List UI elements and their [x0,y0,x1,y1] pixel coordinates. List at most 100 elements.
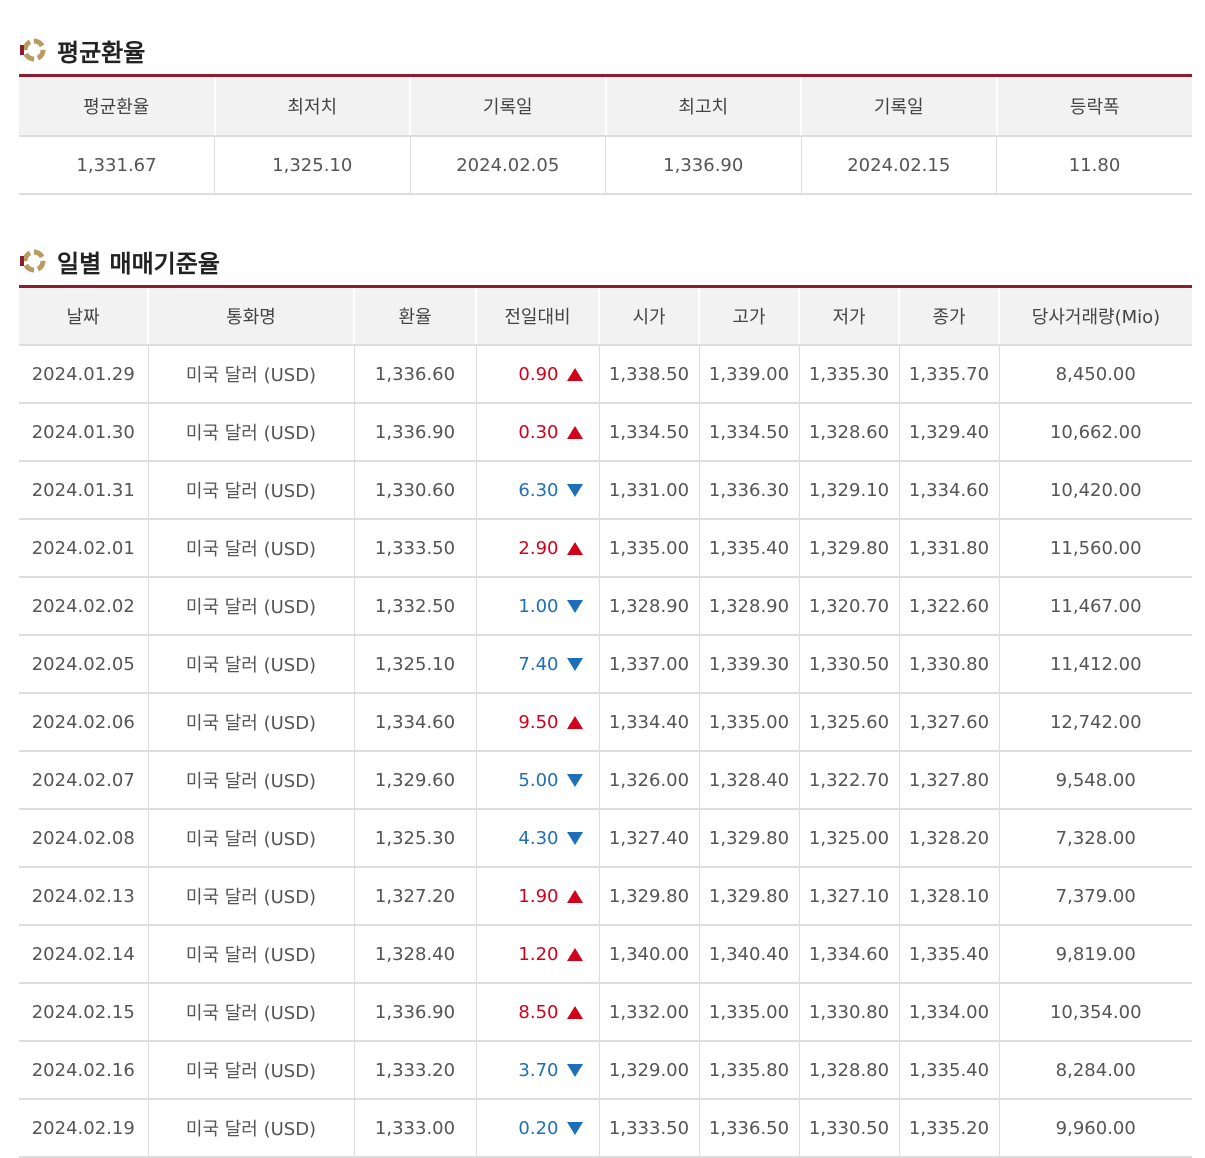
triangle-up-icon [566,948,583,961]
change-value: 1.00 [518,595,559,617]
change-value: 4.30 [518,827,559,849]
rate-cell: 1,333.50 [354,519,477,578]
volume-cell: 9,960.00 [999,1099,1192,1158]
open-cell: 1,329.80 [599,867,700,926]
open-cell: 1,340.00 [599,925,700,984]
change-cell: 2.90 [476,519,600,578]
daily-table-body: 2024.01.29 미국 달러 (USD) 1,336.60 0.90 1,338.5… [19,345,1192,1158]
column-header: 기록일 [410,75,607,137]
close-cell: 1,330.80 [899,635,1000,694]
average-rate-table: 평균환율 최저치 기록일 최고치 기록일 등락폭 1,331.67 1,325.10 2024… [19,74,1192,195]
high-cell: 1,336.50 [699,1099,800,1158]
close-cell: 1,335.40 [899,1041,1000,1100]
change-value: 0.30 [518,421,559,443]
low-cell: 1,330.50 [799,635,900,694]
date-cell: 2024.01.29 [19,345,149,404]
rate-cell: 1,328.40 [354,925,477,984]
high-cell: 1,335.40 [699,519,800,578]
table-row: 2024.02.19 미국 달러 (USD) 1,333.00 0.20 1,333.5… [19,1099,1192,1158]
triangle-up-icon [566,716,583,729]
change-value: 1.90 [518,885,559,907]
rate-cell: 1,336.60 [354,345,477,404]
page: 평균환율 평균환율 최저치 기록일 최고치 기록일 등락폭 1,331.67 1,325.1… [0,0,1205,1158]
volume-cell: 9,819.00 [999,925,1192,984]
high-cell: 1,335.80 [699,1041,800,1100]
ring-logo-icon [20,249,46,273]
table-row: 2024.02.15 미국 달러 (USD) 1,336.90 8.50 1,332.0… [19,983,1192,1042]
change-cell: 1.20 [476,925,600,984]
open-cell: 1,335.00 [599,519,700,578]
column-header: 환율 [354,286,477,346]
change-cell: 0.30 [476,403,600,462]
currency-cell: 미국 달러 (USD) [148,809,355,868]
rate-cell: 1,336.90 [354,403,477,462]
rate-cell: 1,333.20 [354,1041,477,1100]
change-cell: 0.90 [476,345,600,404]
currency-cell: 미국 달러 (USD) [148,403,355,462]
high-cell: 1,340.40 [699,925,800,984]
change-value: 1.20 [518,943,559,965]
open-cell: 1,328.90 [599,577,700,636]
triangle-up-icon [566,1006,583,1019]
column-header: 평균환율 [19,75,216,137]
table-cell: 1,325.10 [214,136,411,195]
section-title-daily: 일별 매매기준율 [19,241,1192,281]
volume-cell: 11,412.00 [999,635,1192,694]
date-cell: 2024.01.31 [19,461,149,520]
date-cell: 2024.02.15 [19,983,149,1042]
open-cell: 1,333.50 [599,1099,700,1158]
date-cell: 2024.02.08 [19,809,149,868]
close-cell: 1,328.20 [899,809,1000,868]
change-cell: 1.00 [476,577,600,636]
currency-cell: 미국 달러 (USD) [148,1099,355,1158]
rate-cell: 1,332.50 [354,577,477,636]
currency-cell: 미국 달러 (USD) [148,1041,355,1100]
table-cell: 11.80 [996,136,1192,195]
table-row: 2024.02.01 미국 달러 (USD) 1,333.50 2.90 1,335.0… [19,519,1192,578]
volume-cell: 11,560.00 [999,519,1192,578]
change-cell: 7.40 [476,635,600,694]
low-cell: 1,320.70 [799,577,900,636]
triangle-down-icon [566,774,583,787]
high-cell: 1,339.00 [699,345,800,404]
column-header: 당사거래량(Mio) [999,286,1192,346]
table-row: 2024.02.02 미국 달러 (USD) 1,332.50 1.00 1,328.9… [19,577,1192,636]
table-row: 2024.02.14 미국 달러 (USD) 1,328.40 1.20 1,340.0… [19,925,1192,984]
low-cell: 1,328.80 [799,1041,900,1100]
change-cell: 0.20 [476,1099,600,1158]
change-value: 5.00 [518,769,559,791]
change-cell: 1.90 [476,867,600,926]
high-cell: 1,335.00 [699,693,800,752]
table-cell: 2024.02.05 [410,136,606,195]
close-cell: 1,328.10 [899,867,1000,926]
table-row: 2024.01.29 미국 달러 (USD) 1,336.60 0.90 1,338.5… [19,345,1192,404]
date-cell: 2024.01.30 [19,403,149,462]
volume-cell: 8,284.00 [999,1041,1192,1100]
change-cell: 5.00 [476,751,600,810]
change-value: 6.30 [518,479,559,501]
rate-cell: 1,327.20 [354,867,477,926]
volume-cell: 7,328.00 [999,809,1192,868]
volume-cell: 8,450.00 [999,345,1192,404]
average-rate-section: 평균환율 평균환율 최저치 기록일 최고치 기록일 등락폭 1,331.67 1,325.1… [19,0,1192,195]
section-title-average: 평균환율 [19,30,1192,70]
table-cell: 1,336.90 [605,136,802,195]
table-row: 2024.02.06 미국 달러 (USD) 1,334.60 9.50 1,334.4… [19,693,1192,752]
currency-cell: 미국 달러 (USD) [148,693,355,752]
rate-cell: 1,330.60 [354,461,477,520]
table-cell: 1,331.67 [19,136,215,195]
column-header: 최고치 [605,75,802,137]
close-cell: 1,322.60 [899,577,1000,636]
column-header: 저가 [799,286,900,346]
rate-cell: 1,325.30 [354,809,477,868]
change-cell: 3.70 [476,1041,600,1100]
triangle-down-icon [566,484,583,497]
change-cell: 8.50 [476,983,600,1042]
low-cell: 1,325.00 [799,809,900,868]
table-row: 2024.02.08 미국 달러 (USD) 1,325.30 4.30 1,327.4… [19,809,1192,868]
table-row: 2024.02.13 미국 달러 (USD) 1,327.20 1.90 1,329.8… [19,867,1192,926]
triangle-up-icon [566,890,583,903]
open-cell: 1,332.00 [599,983,700,1042]
rate-cell: 1,336.90 [354,983,477,1042]
triangle-down-icon [566,600,583,613]
